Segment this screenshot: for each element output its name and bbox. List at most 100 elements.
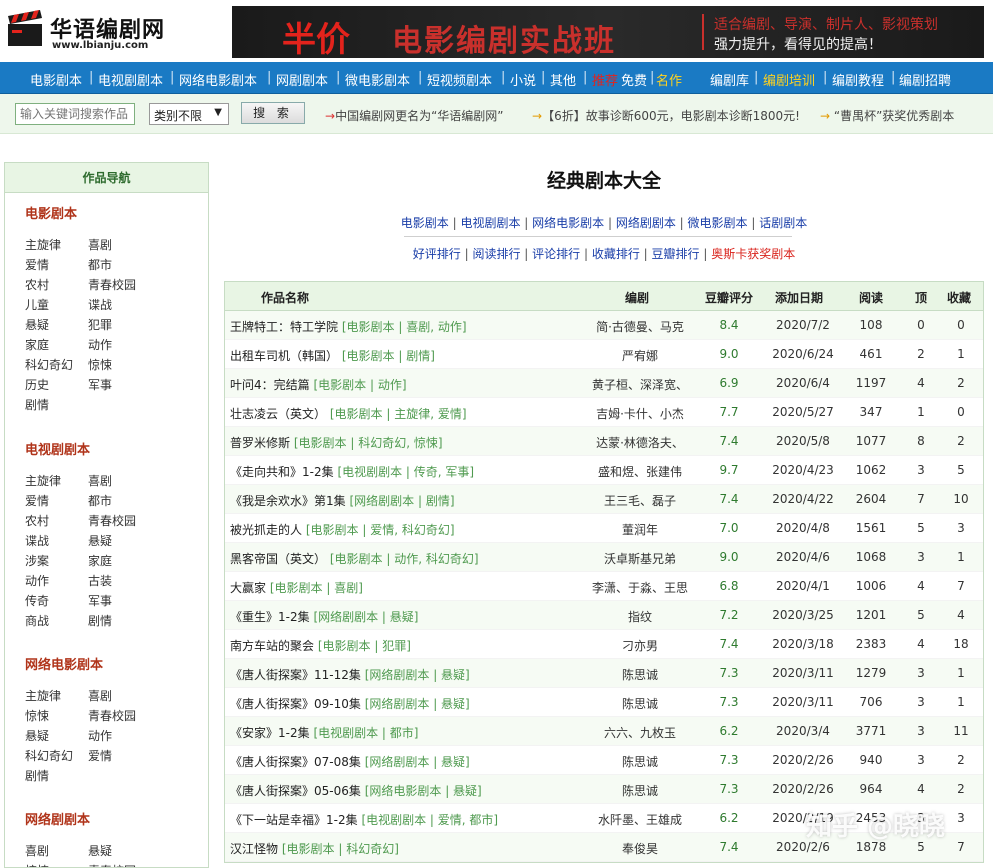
column-header-date[interactable]: 添加日期: [775, 289, 823, 306]
table-row[interactable]: 王牌特工：特工学院 [电影剧本 | 喜剧, 动作] 简·古德曼、马克 8.4 2020…: [225, 311, 983, 340]
sidebar-item[interactable]: 悬疑: [88, 532, 112, 549]
category-link[interactable]: 电视剧剧本: [460, 216, 520, 230]
script-category-tags[interactable]: [电影剧本 | 动作, 科幻奇幻]: [330, 552, 479, 566]
nav-item-recommend[interactable]: 推荐: [592, 70, 618, 89]
cell-name[interactable]: 《唐人街探案》05-06集 [网络电影剧本 | 悬疑]: [230, 782, 482, 799]
sidebar-item[interactable]: 悬疑: [88, 842, 112, 859]
script-category-tags[interactable]: [电视剧剧本 | 传奇, 军事]: [337, 465, 474, 479]
sidebar-item[interactable]: 悬疑: [25, 727, 49, 744]
sidebar-item[interactable]: 喜剧: [88, 687, 112, 704]
sidebar-section-title[interactable]: 电影剧本: [25, 203, 77, 222]
sidebar-item[interactable]: 主旋律: [25, 472, 61, 489]
sidebar-item[interactable]: 传奇: [25, 592, 49, 609]
script-title-link[interactable]: 叶问4：完结篇: [230, 378, 310, 392]
nav-item-tv[interactable]: 电视剧剧本: [98, 70, 163, 89]
cell-name[interactable]: 《重生》1-2集 [网络剧剧本 | 悬疑]: [230, 608, 418, 625]
cell-name[interactable]: 出租车司机（韩国） [电影剧本 | 剧情]: [230, 347, 435, 364]
sidebar-item[interactable]: 农村: [25, 512, 49, 529]
script-category-tags[interactable]: [电视剧剧本 | 爱情, 都市]: [361, 813, 498, 827]
sidebar-item[interactable]: 古装: [88, 572, 112, 589]
script-title-link[interactable]: 大赢家: [230, 581, 266, 595]
sidebar-item[interactable]: 军事: [88, 376, 112, 393]
sidebar-item[interactable]: 喜剧: [25, 842, 49, 859]
sidebar-item[interactable]: 军事: [88, 592, 112, 609]
sidebar-item[interactable]: 商战: [25, 612, 49, 629]
sidebar-item[interactable]: 剧情: [88, 612, 112, 629]
script-category-tags[interactable]: [电影剧本 | 科幻奇幻]: [282, 842, 399, 856]
cell-name[interactable]: 壮志凌云（英文） [电影剧本 | 主旋律, 爱情]: [230, 405, 467, 422]
ranking-link[interactable]: 收藏排行: [592, 247, 640, 261]
sidebar-section-title[interactable]: 网络剧剧本: [25, 809, 90, 828]
script-title-link[interactable]: 《走向共和》1-2集: [230, 465, 334, 479]
column-header-top[interactable]: 顶: [915, 289, 927, 306]
table-row[interactable]: 黑客帝国（英文） [电影剧本 | 动作, 科幻奇幻] 沃卓斯基兄弟 9.0 2020/…: [225, 543, 983, 572]
search-input[interactable]: [15, 103, 135, 125]
category-link[interactable]: 话剧剧本: [759, 216, 807, 230]
sidebar-item[interactable]: 都市: [88, 492, 112, 509]
ranking-link-oscar[interactable]: 奥斯卡获奖剧本: [711, 247, 795, 261]
cell-name[interactable]: 被光抓走的人 [电影剧本 | 爱情, 科幻奇幻]: [230, 521, 455, 538]
sidebar-item[interactable]: 主旋律: [25, 687, 61, 704]
notice-discount[interactable]: →【6折】故事诊断600元，电影剧本诊断1800元!: [532, 107, 800, 124]
sidebar-item[interactable]: 家庭: [25, 336, 49, 353]
table-row[interactable]: 被光抓走的人 [电影剧本 | 爱情, 科幻奇幻] 董润年 7.0 2020/4/8 15…: [225, 514, 983, 543]
cell-name[interactable]: 汉江怪物 [电影剧本 | 科幻奇幻]: [230, 840, 399, 857]
script-title-link[interactable]: 《下一站是幸福》1-2集: [230, 813, 358, 827]
category-link[interactable]: 网络剧剧本: [616, 216, 676, 230]
sidebar-item[interactable]: 都市: [88, 256, 112, 273]
sidebar-item[interactable]: 青春校园: [88, 862, 136, 867]
category-link[interactable]: 网络电影剧本: [532, 216, 604, 230]
script-title-link[interactable]: 南方车站的聚会: [230, 639, 314, 653]
script-category-tags[interactable]: [电影剧本 | 科幻奇幻, 惊悚]: [294, 436, 443, 450]
sidebar-item[interactable]: 喜剧: [88, 472, 112, 489]
sidebar-item[interactable]: 科幻奇幻: [25, 747, 73, 764]
sidebar-item[interactable]: 剧情: [25, 396, 49, 413]
nav-item-movie[interactable]: 电影剧本: [30, 70, 82, 89]
nav-item-other[interactable]: 其他: [550, 70, 576, 89]
script-title-link[interactable]: 被光抓走的人: [230, 523, 302, 537]
cell-name[interactable]: 南方车站的聚会 [电影剧本 | 犯罪]: [230, 637, 411, 654]
table-row[interactable]: 《唐人街探案》11-12集 [网络剧剧本 | 悬疑] 陈思诚 7.3 2020/3/1…: [225, 659, 983, 688]
nav-item-training[interactable]: 编剧培训: [763, 70, 815, 89]
script-category-tags[interactable]: [电影剧本 | 喜剧, 动作]: [342, 320, 467, 334]
sidebar-item[interactable]: 惊悚: [88, 356, 112, 373]
sidebar-section-title[interactable]: 电视剧剧本: [25, 439, 90, 458]
script-category-tags[interactable]: [网络剧剧本 | 悬疑]: [365, 755, 470, 769]
sidebar-item[interactable]: 惊悚: [25, 862, 49, 867]
table-row[interactable]: 《安家》1-2集 [电视剧剧本 | 都市] 六六、九枚玉 6.2 2020/3/4 37…: [225, 717, 983, 746]
table-row[interactable]: 普罗米修斯 [电影剧本 | 科幻奇幻, 惊悚] 达蒙·林德洛夫、 7.4 2020/5…: [225, 427, 983, 456]
cell-name[interactable]: 《我是余欢水》第1集 [网络剧剧本 | 剧情]: [230, 492, 455, 509]
sidebar-item[interactable]: 剧情: [25, 767, 49, 784]
script-category-tags[interactable]: [电影剧本 | 动作]: [313, 378, 406, 392]
cell-name[interactable]: 叶问4：完结篇 [电影剧本 | 动作]: [230, 376, 407, 393]
cell-name[interactable]: 王牌特工：特工学院 [电影剧本 | 喜剧, 动作]: [230, 318, 467, 335]
table-row[interactable]: 出租车司机（韩国） [电影剧本 | 剧情] 严宥娜 9.0 2020/6/24 461 2…: [225, 340, 983, 369]
sidebar-item[interactable]: 青春校园: [88, 707, 136, 724]
sidebar-item[interactable]: 儿童: [25, 296, 49, 313]
script-title-link[interactable]: 黑客帝国（英文）: [230, 552, 326, 566]
sidebar-item[interactable]: 爱情: [25, 256, 49, 273]
cell-name[interactable]: 黑客帝国（英文） [电影剧本 | 动作, 科幻奇幻]: [230, 550, 479, 567]
script-category-tags[interactable]: [电视剧剧本 | 都市]: [313, 726, 418, 740]
sidebar-item[interactable]: 谍战: [88, 296, 112, 313]
sidebar-section-title[interactable]: 网络电影剧本: [25, 654, 103, 673]
script-category-tags[interactable]: [网络剧剧本 | 悬疑]: [365, 668, 470, 682]
table-row[interactable]: 大赢家 [电影剧本 | 喜剧] 李潇、于淼、王思 6.8 2020/4/1 1006 4 7: [225, 572, 983, 601]
script-category-tags[interactable]: [网络剧剧本 | 悬疑]: [313, 610, 418, 624]
script-title-link[interactable]: 汉江怪物: [230, 842, 278, 856]
table-row[interactable]: 《唐人街探案》07-08集 [网络剧剧本 | 悬疑] 陈思诚 7.3 2020/2/2…: [225, 746, 983, 775]
script-title-link[interactable]: 王牌特工：特工学院: [230, 320, 338, 334]
table-row[interactable]: 叶问4：完结篇 [电影剧本 | 动作] 黄子桓、深泽宽、 6.9 2020/6/4 11…: [225, 369, 983, 398]
sidebar-item[interactable]: 青春校园: [88, 512, 136, 529]
sidebar-item[interactable]: 家庭: [88, 552, 112, 569]
script-title-link[interactable]: 壮志凌云（英文）: [230, 407, 326, 421]
sidebar-item[interactable]: 犯罪: [88, 316, 112, 333]
cell-name[interactable]: 《安家》1-2集 [电视剧剧本 | 都市]: [230, 724, 418, 741]
ranking-link[interactable]: 阅读排行: [472, 247, 520, 261]
table-row[interactable]: 壮志凌云（英文） [电影剧本 | 主旋律, 爱情] 吉姆·卡什、小杰 7.7 2020…: [225, 398, 983, 427]
ranking-link[interactable]: 评论排行: [532, 247, 580, 261]
script-category-tags[interactable]: [网络剧剧本 | 剧情]: [349, 494, 454, 508]
sidebar-item[interactable]: 动作: [88, 727, 112, 744]
sidebar-item[interactable]: 动作: [25, 572, 49, 589]
script-title-link[interactable]: 出租车司机（韩国）: [230, 349, 338, 363]
